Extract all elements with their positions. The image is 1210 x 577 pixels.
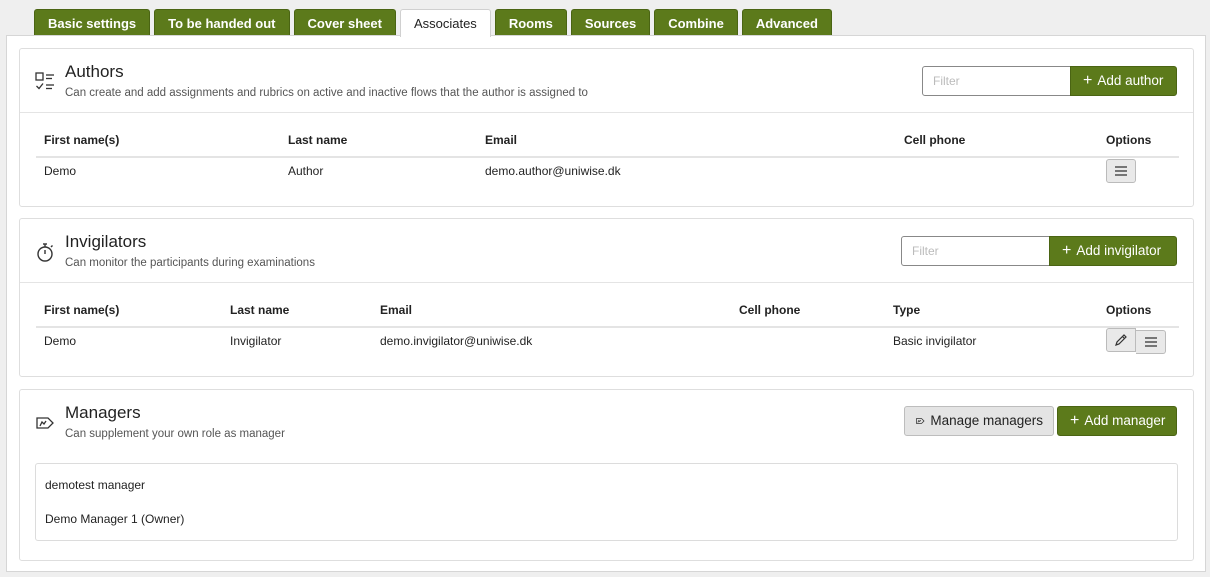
tab-combine[interactable]: Combine (654, 9, 738, 36)
authors-title: Authors (65, 62, 124, 81)
author-options-button[interactable] (1106, 159, 1136, 183)
table-header-row: First name(s) Last name Email Cell phone… (36, 123, 1179, 158)
cell-email: demo.invigilator@uniwise.dk (380, 334, 533, 348)
invigilator-edit-button[interactable] (1106, 328, 1136, 352)
managers-list: demotest manager Demo Manager 1 (Owner) (35, 463, 1178, 541)
invigilators-filter-input[interactable] (901, 236, 1050, 266)
pencil-icon (1115, 334, 1127, 346)
cell-first-name: Demo (44, 334, 77, 348)
col-cell-phone: Cell phone (896, 123, 1098, 158)
col-type: Type (885, 293, 1098, 328)
hamburger-menu-icon (1115, 166, 1127, 176)
col-cell-phone: Cell phone (731, 293, 885, 328)
checklist-icon (34, 71, 56, 93)
authors-filter-input[interactable] (922, 66, 1071, 96)
associates-panel: Authors Can create and add assignments a… (6, 35, 1206, 572)
tab-bar: Basic settings To be handed out Cover sh… (34, 9, 832, 37)
cell-first-name: Demo (44, 164, 77, 178)
cell-email: demo.author@uniwise.dk (485, 164, 621, 178)
add-author-label: Add author (1097, 73, 1164, 88)
hamburger-menu-icon (1144, 337, 1157, 347)
cell-last-name: Invigilator (230, 334, 282, 348)
table-row: Demo Invigilator demo.invigilator@uniwis… (36, 327, 1179, 354)
col-email: Email (372, 293, 731, 328)
invigilator-options-button[interactable] (1136, 330, 1166, 354)
cell-type: Basic invigilator (893, 334, 977, 348)
list-item: demotest manager (45, 478, 146, 492)
invigilators-subtitle: Can monitor the participants during exam… (65, 257, 315, 269)
invigilators-header: Invigilators Can monitor the participant… (20, 219, 1193, 283)
managers-title: Managers (65, 403, 141, 422)
managers-card: Managers Can supplement your own role as… (19, 389, 1194, 561)
manage-managers-button[interactable]: Manage managers (904, 406, 1054, 436)
col-email: Email (477, 123, 896, 158)
col-options: Options (1098, 123, 1179, 158)
add-invigilator-button[interactable]: + Add invigilator (1049, 236, 1177, 266)
col-first-name: First name(s) (36, 123, 280, 158)
cell-options (1098, 327, 1179, 354)
invigilators-table: First name(s) Last name Email Cell phone… (36, 293, 1179, 354)
invigilators-title: Invigilators (65, 232, 147, 251)
cell-options (1098, 157, 1179, 184)
managers-subtitle: Can supplement your own role as manager (65, 428, 285, 440)
authors-table: First name(s) Last name Email Cell phone… (36, 123, 1179, 184)
manager-tag-icon (916, 418, 925, 424)
col-options: Options (1098, 293, 1179, 328)
col-last-name: Last name (280, 123, 477, 158)
add-manager-button[interactable]: + Add manager (1057, 406, 1177, 436)
authors-subtitle: Can create and add assignments and rubri… (65, 87, 588, 99)
table-header-row: First name(s) Last name Email Cell phone… (36, 293, 1179, 328)
tab-to-be-handed-out[interactable]: To be handed out (154, 9, 290, 36)
tab-cover-sheet[interactable]: Cover sheet (293, 9, 396, 36)
manager-tag-icon (34, 412, 56, 434)
tab-associates[interactable]: Associates (399, 9, 491, 37)
col-first-name: First name(s) (36, 293, 222, 328)
stopwatch-icon (34, 241, 56, 263)
col-last-name: Last name (222, 293, 372, 328)
manage-managers-label: Manage managers (930, 413, 1043, 428)
managers-header: Managers Can supplement your own role as… (20, 390, 1193, 454)
add-invigilator-label: Add invigilator (1076, 243, 1162, 258)
tab-advanced[interactable]: Advanced (741, 9, 832, 36)
list-item: Demo Manager 1 (Owner) (45, 512, 185, 526)
tab-basic-settings[interactable]: Basic settings (34, 9, 151, 36)
cell-last-name: Author (288, 164, 324, 178)
tab-sources[interactable]: Sources (570, 9, 651, 36)
add-author-button[interactable]: + Add author (1070, 66, 1177, 96)
authors-card: Authors Can create and add assignments a… (19, 48, 1194, 207)
add-manager-label: Add manager (1084, 413, 1166, 428)
tab-rooms[interactable]: Rooms (494, 9, 567, 36)
invigilators-card: Invigilators Can monitor the participant… (19, 218, 1194, 377)
cell-phone (731, 327, 885, 354)
authors-header: Authors Can create and add assignments a… (20, 49, 1193, 113)
cell-phone (896, 157, 1098, 184)
table-row: Demo Author demo.author@uniwise.dk (36, 157, 1179, 184)
